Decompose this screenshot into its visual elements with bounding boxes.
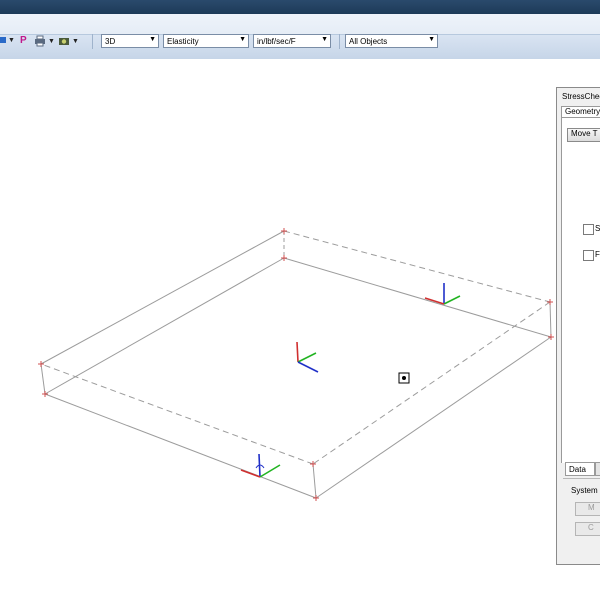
model-edge [315, 336, 552, 499]
model-canvas[interactable] [0, 80, 558, 600]
vertex-marker [38, 361, 44, 367]
model-edge [283, 257, 552, 338]
chevron-down-icon: ▼ [239, 36, 246, 43]
vertex-marker [313, 495, 319, 501]
panel-body [561, 118, 600, 463]
toolbar-separator [92, 34, 93, 49]
chevron-down-icon: ▼ [149, 36, 156, 43]
view-mode-select[interactable]: 3D ▼ [101, 34, 159, 48]
model-edge [283, 230, 551, 303]
object-filter-select[interactable]: All Objects ▼ [345, 34, 438, 48]
model-viewport[interactable] [0, 80, 558, 600]
move-button[interactable]: Move T [567, 128, 600, 142]
chevron-down-icon: ▼ [321, 36, 328, 43]
main-toolbar: ▼ P ▼ ▼ 3D ▼ Elasticity ▼ in/lbf/sec/F ▼… [0, 14, 600, 59]
analysis-type-value: Elasticity [167, 36, 199, 46]
stresscheck-panel: StressCheck Geometry Move T S F Data Sys… [556, 87, 600, 565]
model-edge [549, 301, 552, 338]
vertex-marker [281, 228, 287, 234]
camera-button[interactable]: ▼ [58, 35, 79, 47]
model-edge [44, 393, 317, 499]
panel-title: StressCheck [562, 92, 600, 101]
print-button[interactable]: ▼ [34, 35, 55, 47]
p-icon: P [20, 35, 27, 46]
model-edge [40, 363, 46, 395]
units-value: in/lbf/sec/F [257, 36, 296, 46]
object-filter-value: All Objects [349, 36, 388, 46]
toolbar-tool-button[interactable]: ▼ [0, 35, 15, 45]
model-edge [312, 463, 317, 499]
group-divider [563, 478, 600, 479]
checkbox-2[interactable] [583, 250, 594, 261]
p-button[interactable]: P [20, 35, 27, 46]
window-title-bar [0, 0, 600, 14]
chevron-down-icon: ▼ [8, 36, 15, 44]
toolbar-tool-icon [0, 37, 6, 43]
vertex-marker [281, 255, 287, 261]
group-button-2[interactable]: C [575, 522, 600, 536]
model-edge [44, 257, 285, 395]
checkbox-1-label: S [595, 224, 600, 233]
axis-triad-icon [240, 453, 281, 478]
cursor-target-icon [398, 372, 410, 384]
checkbox-2-label: F [595, 250, 600, 259]
tab-next[interactable] [595, 462, 600, 476]
chevron-down-icon: ▼ [428, 36, 435, 43]
view-mode-value: 3D [105, 36, 116, 46]
vertex-marker [547, 299, 553, 305]
model-edge [40, 363, 314, 465]
analysis-type-select[interactable]: Elasticity ▼ [163, 34, 249, 48]
chevron-down-icon: ▼ [48, 37, 55, 45]
print-icon [35, 35, 45, 47]
tab-data[interactable]: Data [565, 462, 595, 476]
vertex-marker [42, 391, 48, 397]
group-button-1[interactable]: M [575, 502, 600, 516]
group-label: System [571, 486, 598, 495]
camera-icon [59, 38, 69, 45]
units-select[interactable]: in/lbf/sec/F ▼ [253, 34, 331, 48]
checkbox-1[interactable] [583, 224, 594, 235]
axis-triad-icon [296, 341, 319, 373]
chevron-down-icon: ▼ [72, 37, 79, 45]
tab-geometry[interactable]: Geometry [561, 106, 600, 118]
vertex-marker [310, 461, 316, 467]
toolbar-separator [339, 34, 340, 49]
model-edge [40, 230, 285, 365]
vertex-marker [548, 334, 554, 340]
